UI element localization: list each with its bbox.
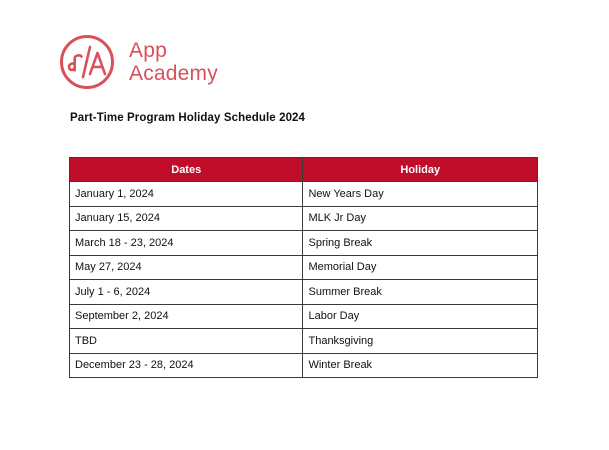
app-academy-logo: App Academy — [59, 34, 218, 90]
table-header-row: Dates Holiday — [68, 157, 538, 182]
logo-wordmark-line1: App — [129, 39, 167, 62]
holiday-cell: MLK Jr Day — [302, 205, 538, 231]
table-row: July 1 - 6, 2024 Summer Break — [68, 279, 538, 305]
app-academy-logo-mark — [60, 35, 114, 89]
column-header-dates: Dates — [68, 157, 304, 182]
date-cell: September 2, 2024 — [68, 303, 304, 329]
holiday-cell: Memorial Day — [302, 254, 538, 280]
table-row: May 27, 2024 Memorial Day — [68, 254, 538, 280]
date-cell: December 23 - 28, 2024 — [68, 352, 304, 378]
holiday-schedule-table: Dates Holiday January 1, 2024 New Years … — [68, 157, 538, 378]
table-row: September 2, 2024 Labor Day — [68, 303, 538, 329]
holiday-cell: Labor Day — [302, 303, 538, 329]
logo-wordmark: App Academy — [129, 40, 218, 84]
logo-wordmark-line2: Academy — [129, 62, 218, 85]
holiday-cell: Winter Break — [302, 352, 538, 378]
table-row: December 23 - 28, 2024 Winter Break — [68, 352, 538, 378]
date-cell: May 27, 2024 — [68, 254, 304, 280]
date-cell: January 1, 2024 — [68, 181, 304, 207]
date-cell: March 18 - 23, 2024 — [68, 230, 304, 256]
holiday-cell: Thanksgiving — [302, 328, 538, 354]
date-cell: January 15, 2024 — [68, 205, 304, 231]
document-title: Part-Time Program Holiday Schedule 2024 — [70, 112, 306, 124]
table-row: TBD Thanksgiving — [68, 328, 538, 354]
date-cell: July 1 - 6, 2024 — [68, 279, 304, 305]
table-row: March 18 - 23, 2024 Spring Break — [68, 230, 538, 256]
holiday-cell: Spring Break — [302, 230, 538, 256]
column-header-holiday: Holiday — [302, 157, 538, 182]
table-row: January 15, 2024 MLK Jr Day — [68, 205, 538, 231]
date-cell: TBD — [68, 328, 304, 354]
holiday-cell: New Years Day — [302, 181, 538, 207]
table-row: January 1, 2024 New Years Day — [68, 181, 538, 207]
holiday-cell: Summer Break — [302, 279, 538, 305]
